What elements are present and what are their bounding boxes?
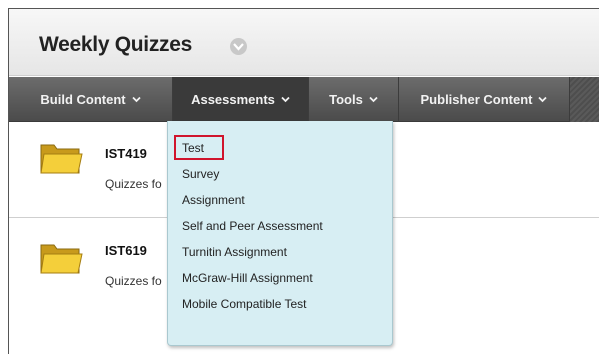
folder-icon bbox=[40, 144, 83, 174]
tab-build-content[interactable]: Build Content bbox=[9, 77, 173, 122]
action-bar-filler bbox=[570, 77, 599, 122]
menu-item-mobile-compatible-test[interactable]: Mobile Compatible Test bbox=[182, 297, 307, 311]
folder-icon bbox=[40, 244, 83, 274]
tab-label: Build Content bbox=[40, 92, 126, 107]
menu-item-self-and-peer-assessment[interactable]: Self and Peer Assessment bbox=[182, 219, 323, 233]
content-item-title[interactable]: IST419 bbox=[105, 146, 147, 161]
chevron-down-icon bbox=[281, 96, 290, 103]
page-title: Weekly Quizzes bbox=[39, 33, 192, 56]
tab-label: Tools bbox=[329, 92, 363, 107]
tab-assessments[interactable]: Assessments bbox=[173, 77, 309, 122]
menu-item-assignment[interactable]: Assignment bbox=[182, 193, 245, 207]
menu-item-mcgraw-hill-assignment[interactable]: McGraw-Hill Assignment bbox=[182, 271, 313, 285]
tab-label: Publisher Content bbox=[420, 92, 533, 107]
content-item-title[interactable]: IST619 bbox=[105, 243, 147, 258]
content-item-description: Quizzes fo bbox=[105, 274, 162, 288]
menu-item-survey[interactable]: Survey bbox=[182, 167, 219, 181]
menu-item-turnitin-assignment[interactable]: Turnitin Assignment bbox=[182, 245, 287, 259]
content-frame: Weekly Quizzes Build Content Assessments… bbox=[8, 8, 599, 354]
chevron-down-icon bbox=[369, 96, 378, 103]
tab-tools[interactable]: Tools bbox=[309, 77, 399, 122]
tab-label: Assessments bbox=[191, 92, 275, 107]
tab-publisher-content[interactable]: Publisher Content bbox=[399, 77, 570, 122]
assessments-dropdown-menu: Test Survey Assignment Self and Peer Ass… bbox=[167, 121, 393, 346]
chevron-down-icon bbox=[538, 96, 548, 103]
menu-item-test[interactable]: Test bbox=[182, 141, 204, 155]
chevron-down-icon bbox=[131, 96, 141, 103]
action-bar: Build Content Assessments Tools Publishe… bbox=[9, 77, 599, 122]
title-menu-chevron-down-icon[interactable] bbox=[230, 38, 247, 55]
content-item-description: Quizzes fo bbox=[105, 177, 162, 191]
page-header: Weekly Quizzes bbox=[9, 9, 599, 76]
